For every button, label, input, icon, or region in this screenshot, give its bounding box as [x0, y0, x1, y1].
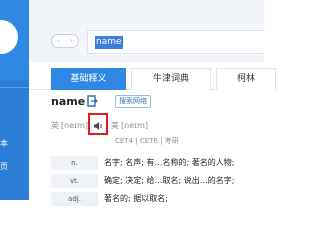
entry-word: name	[51, 95, 86, 108]
sidebar-item-2[interactable]: 页	[0, 162, 8, 172]
forward-arrow-icon[interactable]: ›	[65, 35, 78, 47]
definition-text: 名字; 名声; 有…名称的; 著名的人物;	[104, 158, 235, 167]
tab-basic-definition[interactable]: 基础释义	[51, 68, 126, 90]
us-phonetic: [neɪm]	[121, 121, 148, 130]
sidebar: 本 页	[0, 0, 29, 200]
part-of-speech: adj.	[51, 192, 98, 206]
history-nav: ‹ ›	[51, 34, 79, 48]
part-of-speech: n.	[51, 156, 98, 170]
definition-text: 著名的; 据以取名;	[104, 194, 168, 203]
definition-text: 确定; 决定; 给…取名; 说出…的名字;	[104, 176, 235, 185]
highlight-box	[88, 113, 108, 135]
sidebar-divider	[0, 87, 29, 88]
sidebar-item-label: 本	[0, 139, 8, 148]
tab-collins[interactable]: 柯林	[216, 68, 276, 90]
part-of-speech: vt.	[51, 174, 98, 188]
tab-oxford[interactable]: 牛津词典	[131, 68, 211, 90]
dictionary-tabs: 基础释义 牛津词典 柯林	[29, 62, 276, 90]
back-arrow-icon[interactable]: ‹	[52, 35, 65, 47]
definition-row: adj. 著名的; 据以取名;	[51, 192, 264, 206]
uk-label: 英	[51, 121, 59, 130]
web-search-button[interactable]: 搜索网络	[115, 95, 151, 108]
sidebar-item-1[interactable]: 本	[0, 139, 8, 149]
word-book-icon[interactable]	[87, 95, 98, 107]
uk-phonetic: [neɪm]	[61, 121, 88, 130]
sidebar-item-label: 页	[0, 162, 8, 171]
definition-row: vt. 确定; 决定; 给…取名; 说出…的名字;	[51, 174, 264, 188]
definition-row: n. 名字; 名声; 有…名称的; 著名的人物;	[51, 156, 264, 170]
search-input-value: name	[95, 36, 123, 49]
us-label: 美	[111, 121, 119, 130]
exam-tags: CET4 | CET6 | 考研	[115, 137, 179, 145]
search-input[interactable]: name	[87, 30, 264, 54]
